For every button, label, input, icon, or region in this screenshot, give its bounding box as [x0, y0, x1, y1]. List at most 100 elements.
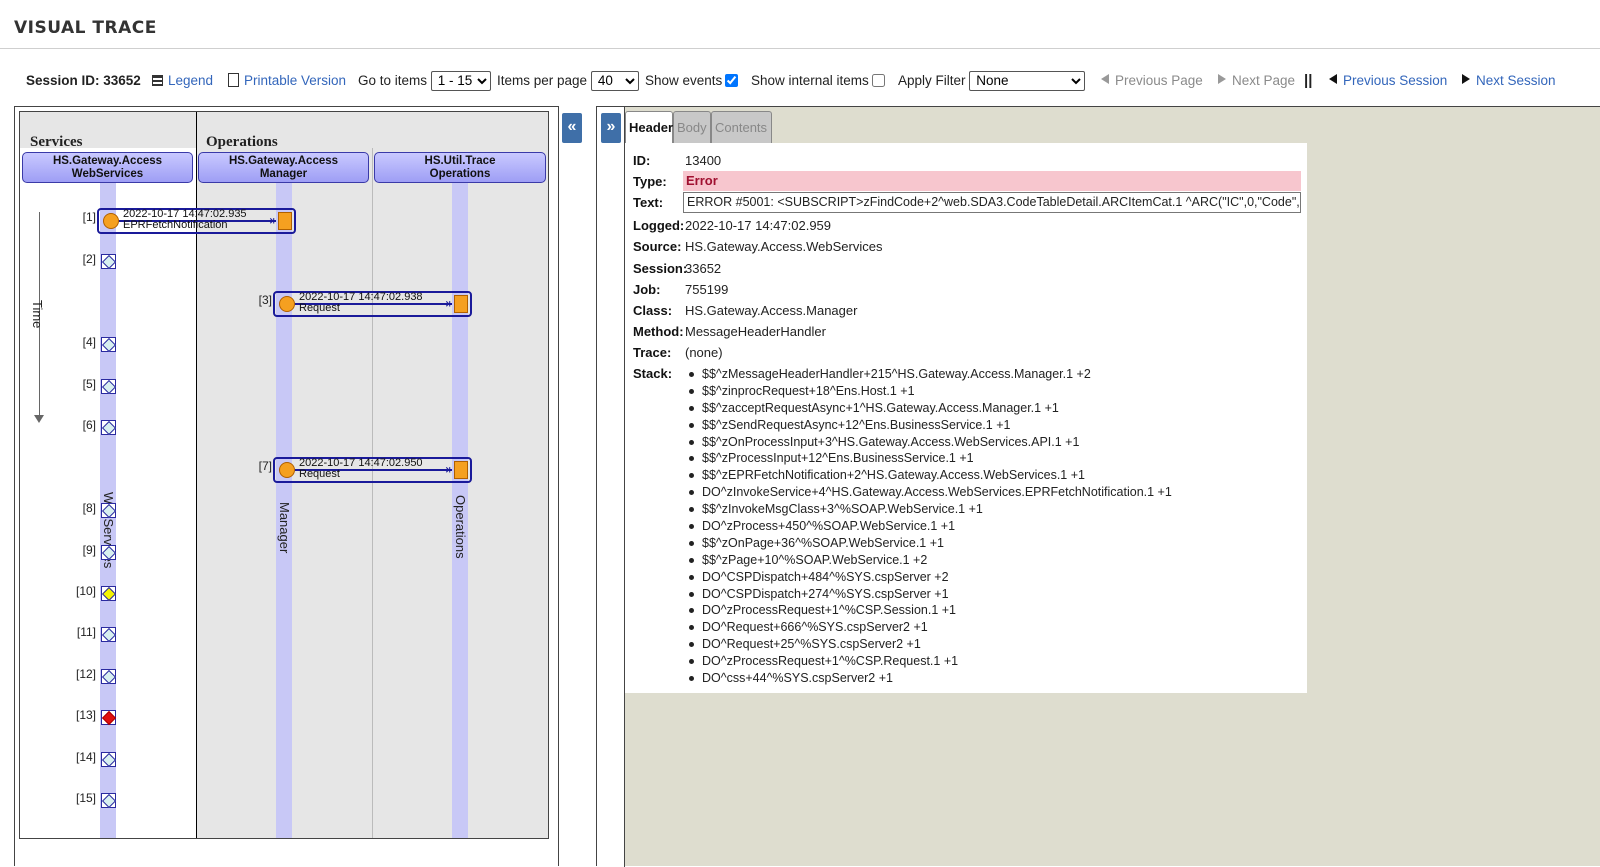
previous-page-button[interactable]: Previous Page: [1101, 70, 1203, 92]
event-diamond-icon[interactable]: [101, 420, 116, 435]
tab-body[interactable]: Body: [673, 111, 711, 143]
stack-frame: DO^css+44^%SYS.cspServer2 +1: [685, 670, 1172, 687]
previous-session-button[interactable]: Previous Session: [1329, 70, 1447, 92]
job-label: Job:: [633, 282, 661, 297]
stack-frame: DO^zProcessRequest+1^%CSP.Request.1 +1: [685, 653, 1172, 670]
stack-frame: $$^zProcessInput+12^Ens.BusinessService.…: [685, 450, 1172, 467]
collapse-left-button[interactable]: «: [562, 113, 582, 143]
printable-version-label: Printable Version: [244, 73, 347, 88]
diagram-header: [20, 112, 548, 148]
event-diamond-icon[interactable]: [101, 254, 116, 269]
source-value: HS.Gateway.Access.WebServices: [685, 239, 883, 254]
lifeline-label-operations: Operations: [453, 495, 468, 559]
trace-value: (none): [685, 345, 723, 360]
stack-label: Stack:: [633, 366, 673, 381]
services-title: Services: [30, 134, 83, 150]
lane-label-line1: HS.Gateway.Access: [228, 155, 339, 167]
expand-right-button[interactable]: »: [601, 113, 621, 143]
next-page-button[interactable]: Next Page: [1218, 70, 1295, 92]
stack-frame: DO^CSPDispatch+274^%SYS.cspServer +1: [685, 586, 1172, 603]
triangle-right-icon: [1462, 74, 1470, 84]
lane-manager[interactable]: HS.Gateway.Access Manager: [198, 152, 369, 183]
show-events-checkbox[interactable]: [725, 74, 739, 87]
logged-value: 2022-10-17 14:47:02.959: [685, 218, 832, 233]
lane-label-line1: HS.Gateway.Access: [52, 155, 163, 167]
collapse-strip: [558, 106, 586, 866]
previous-page-label: Previous Page: [1115, 73, 1203, 88]
text-label: Text:: [633, 195, 664, 210]
item-number: [6]: [82, 418, 96, 432]
toolbar: Session ID: 33652 Legend Printable Versi…: [26, 70, 1596, 92]
id-label: ID:: [633, 153, 651, 168]
stack-frame: DO^CSPDispatch+484^%SYS.cspServer +2: [685, 569, 1172, 586]
event-diamond-icon[interactable]: [101, 752, 116, 767]
message-name: Request: [299, 468, 340, 480]
message-1[interactable]: ⇥ 2022-10-17 14:47:02.935 EPRFetchNotifi…: [97, 208, 296, 234]
previous-session-label: Previous Session: [1343, 73, 1448, 88]
arrow-down-icon: [34, 415, 44, 423]
item-number: [13]: [75, 708, 96, 722]
printable-version-link[interactable]: Printable Version: [228, 70, 346, 92]
stack-frame: DO^zProcess+450^%SOAP.WebService.1 +1: [685, 518, 1172, 535]
logged-label: Logged:: [633, 218, 685, 233]
lane-label-line2: Operations: [429, 168, 491, 180]
show-internal-label: Show internal items: [751, 73, 869, 88]
event-diamond-icon[interactable]: [101, 669, 116, 684]
lane-webservices[interactable]: HS.Gateway.Access WebServices: [22, 152, 193, 183]
type-value: Error: [686, 173, 718, 188]
message-end-marker: [454, 461, 468, 479]
stack-frame: $$^zinprocRequest+18^Ens.Host.1 +1: [685, 383, 1172, 400]
stack-frame: $$^zMessageHeaderHandler+215^HS.Gateway.…: [685, 366, 1172, 383]
tab-header[interactable]: Header: [625, 111, 673, 143]
item-number: [2]: [82, 252, 96, 266]
column-separator: [372, 148, 373, 838]
warning-diamond-icon[interactable]: [101, 586, 116, 601]
arrow-right-icon: ⇥: [440, 296, 451, 311]
message-start-marker: [279, 462, 295, 478]
stack-frame: DO^zInvokeService+4^HS.Gateway.Access.We…: [685, 484, 1172, 501]
event-diamond-icon[interactable]: [101, 627, 116, 642]
lane-operations[interactable]: HS.Util.Trace Operations: [374, 152, 546, 183]
session-label: Session:: [633, 261, 688, 276]
class-value: HS.Gateway.Access.Manager: [685, 303, 858, 318]
apply-filter-select[interactable]: None: [969, 70, 1086, 91]
page-title: VISUAL TRACE: [14, 18, 157, 38]
show-internal-group: Show internal items: [751, 70, 885, 92]
event-diamond-icon[interactable]: [101, 503, 116, 518]
type-error-badge: Error: [683, 171, 1301, 191]
message-3[interactable]: ⇥ 2022-10-17 14:47:02.938 Request: [273, 291, 472, 317]
message-start-marker: [279, 296, 295, 312]
item-number: [15]: [75, 791, 96, 805]
item-number: [1]: [82, 210, 96, 224]
items-per-page-group: Items per page 40: [497, 70, 639, 92]
message-7[interactable]: ⇥ 2022-10-17 14:47:02.950 Request: [273, 457, 472, 483]
show-events-group: Show events: [645, 70, 739, 92]
item-number: [5]: [82, 377, 96, 391]
legend-icon: [152, 75, 163, 86]
show-events-label: Show events: [645, 73, 723, 88]
next-session-button[interactable]: Next Session: [1462, 70, 1556, 92]
items-per-page-select[interactable]: 40: [590, 70, 639, 91]
event-diamond-icon[interactable]: [101, 379, 116, 394]
tab-contents[interactable]: Contents: [711, 111, 772, 143]
go-to-items-select[interactable]: 1 - 15: [430, 70, 491, 91]
text-value[interactable]: ERROR #5001: <SUBSCRIPT>zFindCode+2^web.…: [683, 192, 1301, 213]
stack-frame: DO^zProcessRequest+1^%CSP.Session.1 +1: [685, 602, 1172, 619]
apply-filter-label: Apply Filter: [898, 73, 966, 88]
show-internal-checkbox[interactable]: [871, 74, 885, 87]
item-number: [4]: [82, 335, 96, 349]
legend-link[interactable]: Legend: [152, 70, 213, 92]
event-diamond-icon[interactable]: [101, 337, 116, 352]
item-number: [10]: [75, 584, 96, 598]
session-value: 33652: [685, 261, 722, 276]
error-diamond-icon[interactable]: [101, 710, 116, 725]
header-details: ID: 13400 Type: Error Text: ERROR #5001:…: [625, 143, 1307, 693]
lifeline-label-manager: Manager: [277, 502, 292, 554]
event-diamond-icon[interactable]: [101, 793, 116, 808]
event-diamond-icon[interactable]: [101, 545, 116, 560]
message-end-marker: [454, 295, 468, 313]
id-value: 13400: [685, 153, 722, 168]
stack-frame: $$^zacceptRequestAsync+1^HS.Gateway.Acce…: [685, 400, 1172, 417]
sequence-diagram: Services Operations HS.Gateway.Access We…: [19, 111, 549, 839]
time-axis-label: Time: [30, 300, 45, 329]
